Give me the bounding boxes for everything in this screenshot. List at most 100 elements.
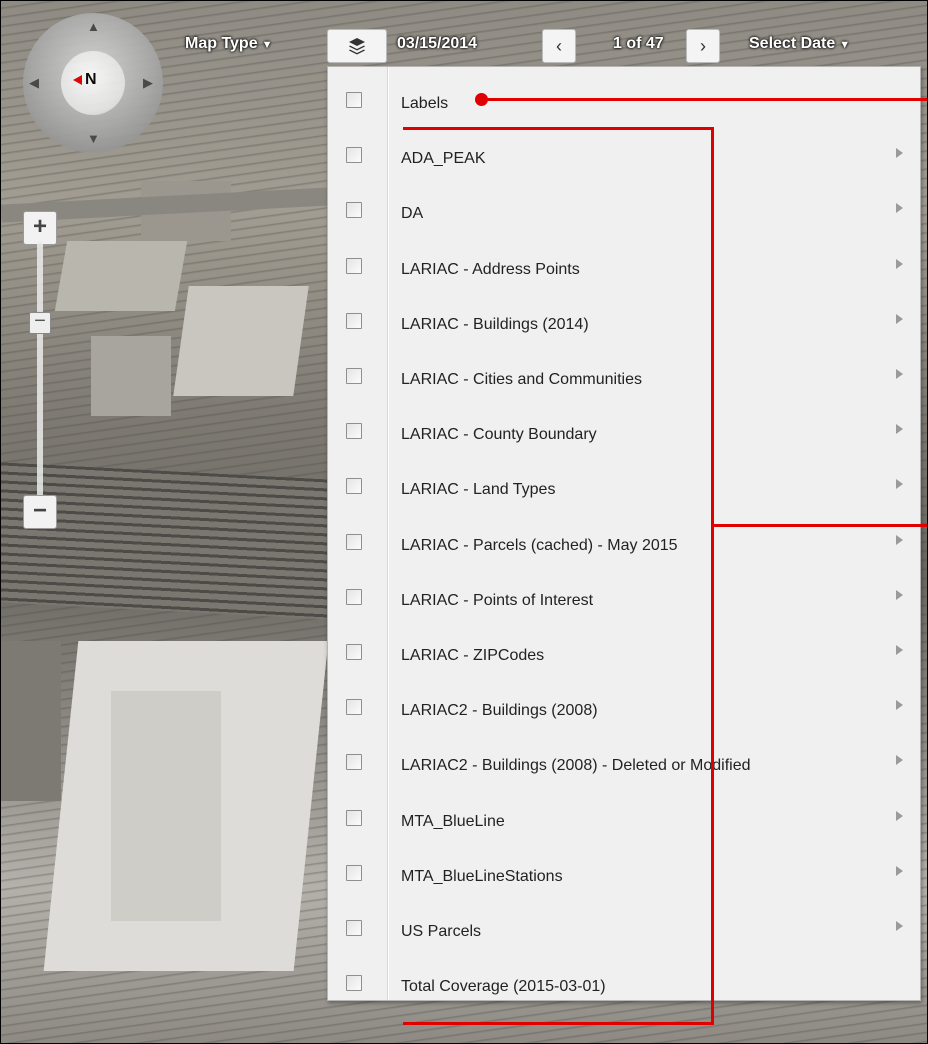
annotation-connector <box>711 524 927 527</box>
submenu-arrow-icon[interactable] <box>896 921 903 931</box>
submenu-arrow-icon[interactable] <box>896 148 903 159</box>
pan-up-icon[interactable]: ▲ <box>87 19 100 34</box>
north-pointer-icon <box>73 75 82 85</box>
submenu-arrow-icon[interactable] <box>896 313 903 324</box>
layer-item[interactable]: US Parcels <box>328 897 920 952</box>
annotation-dot <box>475 93 488 106</box>
layer-label: LARIAC - Address Points <box>401 260 580 278</box>
layer-item[interactable]: ADA_PEAK <box>328 124 920 179</box>
layer-label: LARIAC - ZIPCodes <box>401 647 545 664</box>
submenu-arrow-icon[interactable] <box>896 700 903 711</box>
submenu-arrow-icon[interactable] <box>896 645 903 655</box>
layer-label: US Parcels <box>401 923 482 940</box>
layer-label: ADA_PEAK <box>401 150 486 168</box>
layer-item[interactable]: MTA_BlueLineStations <box>328 842 920 897</box>
layer-item[interactable]: Total Coverage (2015-03-01) <box>328 952 920 1007</box>
layer-checkbox[interactable] <box>346 644 362 660</box>
layers-button[interactable] <box>327 29 387 63</box>
select-date-label: Select Date <box>749 35 836 52</box>
compass-north-label: N <box>85 71 97 88</box>
map-building <box>54 241 188 311</box>
app-frame: ▲ ▼ ◀ ▶ N + − − Map Type ▼ 03/15/2014 ‹ 1… <box>0 0 928 1044</box>
submenu-arrow-icon[interactable] <box>896 258 903 269</box>
layer-item[interactable]: LARIAC2 - Buildings (2008) <box>328 676 920 731</box>
layer-item[interactable]: LARIAC - Cities and Communities <box>328 345 920 400</box>
layer-checkbox[interactable] <box>346 147 362 164</box>
map-building <box>1 641 61 801</box>
layer-checkbox[interactable] <box>346 864 362 881</box>
layer-item[interactable]: MTA_BlueLine <box>328 787 920 842</box>
layer-checkbox[interactable] <box>346 588 362 605</box>
layer-checkbox[interactable] <box>346 920 362 936</box>
layer-item[interactable]: LARIAC - Buildings (2014) <box>328 290 920 345</box>
layer-item[interactable]: LARIAC - Parcels (cached) - May 2015 <box>328 511 920 566</box>
layers-icon <box>349 38 365 55</box>
map-building <box>91 336 171 416</box>
current-date: 03/15/2014 <box>397 35 478 52</box>
layer-label: LARIAC - Land Types <box>401 481 556 499</box>
map-building <box>173 286 309 396</box>
layer-checkbox[interactable] <box>346 202 362 219</box>
submenu-arrow-icon[interactable] <box>896 369 903 379</box>
caret-down-icon: ▼ <box>261 39 273 51</box>
layer-checkbox[interactable] <box>346 754 362 771</box>
layer-item[interactable]: LARIAC - Points of Interest <box>328 566 920 621</box>
layer-checkbox[interactable] <box>346 699 362 716</box>
pan-right-icon[interactable]: ▶ <box>143 75 153 91</box>
submenu-arrow-icon[interactable] <box>896 203 903 214</box>
submenu-arrow-icon[interactable] <box>896 589 903 600</box>
submenu-arrow-icon[interactable] <box>896 479 903 490</box>
submenu-arrow-icon[interactable] <box>896 424 903 435</box>
pan-down-icon[interactable]: ▼ <box>87 131 100 146</box>
layer-checkbox[interactable] <box>346 478 362 495</box>
annotation-bracket-top <box>403 127 714 130</box>
previous-date-button[interactable]: ‹ <box>542 29 576 63</box>
layer-checkbox[interactable] <box>346 92 362 108</box>
annotation-line <box>483 98 927 101</box>
layer-label: LARIAC2 - Buildings (2008) <box>401 702 598 720</box>
layer-label: LARIAC2 - Buildings (2008) - Deleted or … <box>401 757 751 775</box>
compass-rose[interactable]: N <box>61 51 125 115</box>
submenu-arrow-icon[interactable] <box>896 865 903 876</box>
layer-checkbox[interactable] <box>346 312 362 329</box>
layer-item[interactable]: Labels <box>328 69 920 124</box>
layer-item[interactable]: LARIAC - Land Types <box>328 455 920 510</box>
zoom-out-button[interactable]: − <box>23 495 57 529</box>
layer-checkbox[interactable] <box>346 533 362 550</box>
select-date-dropdown[interactable]: Select Date ▼ <box>749 35 850 53</box>
layer-label: LARIAC - County Boundary <box>401 426 597 444</box>
layer-item[interactable]: LARIAC - County Boundary <box>328 400 920 455</box>
submenu-arrow-icon[interactable] <box>896 810 903 821</box>
layer-label: LARIAC - Parcels (cached) - May 2015 <box>401 536 678 554</box>
layer-checkbox[interactable] <box>346 368 362 384</box>
layer-label: Labels <box>401 95 449 112</box>
zoom-slider-handle[interactable]: − <box>29 311 51 334</box>
map-type-dropdown[interactable]: Map Type ▼ <box>185 35 273 53</box>
layer-label: Total Coverage (2015-03-01) <box>401 978 606 996</box>
layer-item[interactable]: LARIAC2 - Buildings (2008) - Deleted or … <box>328 731 920 786</box>
layer-checkbox[interactable] <box>346 423 362 440</box>
navigation-compass[interactable]: ▲ ▼ ◀ ▶ N <box>23 13 163 153</box>
layer-item[interactable]: LARIAC - Address Points <box>328 235 920 290</box>
caret-down-icon: ▼ <box>839 39 851 51</box>
layer-label: LARIAC - Cities and Communities <box>401 371 642 388</box>
map-type-label: Map Type <box>185 35 258 52</box>
chevron-right-icon: › <box>700 35 706 56</box>
map-railway <box>1 462 331 620</box>
zoom-slider-track[interactable] <box>37 241 43 501</box>
layer-checkbox[interactable] <box>346 975 362 992</box>
layer-item[interactable]: DA <box>328 179 920 234</box>
layer-checkbox[interactable] <box>346 809 362 826</box>
submenu-arrow-icon[interactable] <box>896 534 903 545</box>
next-date-button[interactable]: › <box>686 29 720 63</box>
layer-label: LARIAC - Points of Interest <box>401 591 594 609</box>
pan-left-icon[interactable]: ◀ <box>29 75 39 91</box>
zoom-in-button[interactable]: + <box>23 211 57 245</box>
layer-label: DA <box>401 205 424 223</box>
map-building <box>111 691 221 921</box>
submenu-arrow-icon[interactable] <box>896 755 903 766</box>
layer-checkbox[interactable] <box>346 257 362 274</box>
layer-item[interactable]: LARIAC - ZIPCodes <box>328 621 920 676</box>
date-page-indicator: 1 of 47 <box>613 35 664 52</box>
layer-label: MTA_BlueLine <box>401 812 505 830</box>
